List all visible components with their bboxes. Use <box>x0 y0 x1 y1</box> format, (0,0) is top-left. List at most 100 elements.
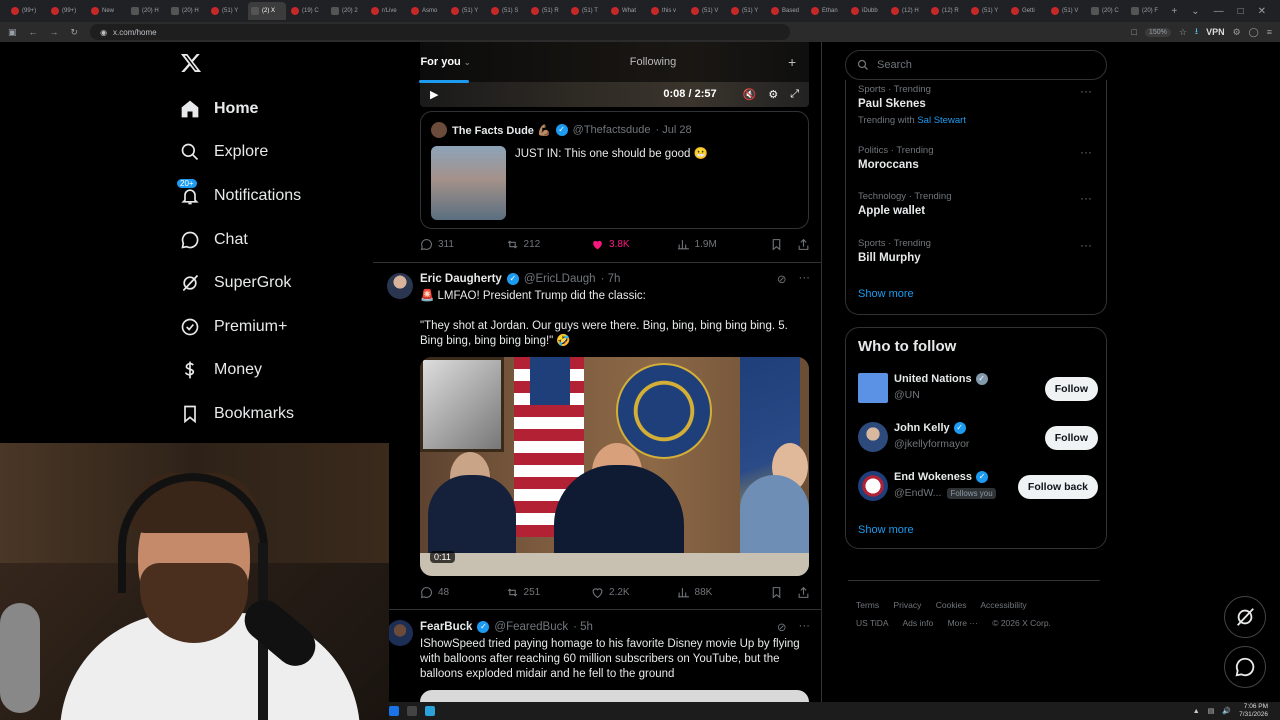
nav-bookmarks[interactable]: Bookmarks <box>172 392 372 436</box>
extension-icon[interactable]: ⚙ <box>1233 27 1241 38</box>
reload-icon[interactable]: ↻ <box>71 27 79 38</box>
tweet-video[interactable]: 0:11 <box>420 357 809 576</box>
tab-following[interactable]: Following <box>518 56 788 68</box>
volume-icon[interactable]: 🔊 <box>1222 707 1231 715</box>
nav-home[interactable]: Home <box>172 87 372 131</box>
tab-list-icon[interactable]: ⌄ <box>1191 6 1199 17</box>
steam-icon[interactable] <box>407 706 417 716</box>
url-field[interactable]: ◉ x.com/home <box>90 24 791 40</box>
clock[interactable]: 7:06 PM 7/31/2026 <box>1239 703 1268 719</box>
more-icon[interactable]: ··· <box>1080 145 1092 159</box>
browser-tab[interactable]: (51) Y <box>968 2 1006 20</box>
repost-button[interactable]: 212 <box>506 238 592 251</box>
minimize-icon[interactable]: — <box>1214 6 1224 17</box>
bookmark-star-icon[interactable]: ☆ <box>1179 27 1187 38</box>
who-to-follow-show-more-link[interactable]: Show more <box>858 524 914 536</box>
follow-button[interactable]: Follow <box>1044 426 1098 450</box>
follow-back-button[interactable]: Follow back <box>1017 475 1098 499</box>
quote-thumbnail[interactable] <box>431 146 506 220</box>
browser-tab[interactable]: New <box>88 2 126 20</box>
x-logo-icon[interactable] <box>180 52 202 74</box>
avatar[interactable] <box>387 273 413 299</box>
back-icon[interactable]: ← <box>29 27 38 37</box>
tweet-author-name[interactable]: Eric Daugherty <box>420 273 502 285</box>
trends-show-more-link[interactable]: Show more <box>858 288 914 300</box>
follow-suggestion[interactable]: John Kelly ✓ @jkellyformayor Follow <box>858 420 1098 454</box>
more-icon[interactable]: ··· <box>799 272 811 286</box>
browser-tab[interactable]: Asmo <box>408 2 446 20</box>
follow-button[interactable]: Follow <box>1044 377 1098 401</box>
fullscreen-icon[interactable]: ⤢ <box>790 88 799 101</box>
more-icon[interactable]: ··· <box>1080 238 1092 252</box>
tweet-author-handle[interactable]: @FearedBuck <box>494 621 568 633</box>
bookmark-icon[interactable] <box>770 586 783 599</box>
follow-suggestion[interactable]: End Wokeness ✓ @EndW... Follows you Follow… <box>858 469 1098 503</box>
browser-tab[interactable]: iDubb <box>848 2 886 20</box>
browser-tab[interactable]: r/Live <box>368 2 406 20</box>
follow-suggestion[interactable]: United Nations ✓ @UN Follow <box>858 371 1098 405</box>
quote-author-name[interactable]: The Facts Dude 💪🏽 <box>452 124 551 137</box>
footer-link[interactable]: Terms <box>856 600 879 610</box>
footer-link[interactable]: More ··· <box>948 618 978 628</box>
network-icon[interactable]: ▤ <box>1208 707 1215 715</box>
more-icon[interactable]: ··· <box>1080 84 1092 98</box>
account-name[interactable]: United Nations ✓ <box>894 373 988 385</box>
forward-icon[interactable]: → <box>50 27 59 37</box>
maximize-icon[interactable]: □ <box>1238 6 1244 17</box>
reply-button[interactable]: 311 <box>420 238 506 251</box>
avatar[interactable] <box>858 422 888 452</box>
browser-tab[interactable]: (12) R <box>928 2 966 20</box>
nav-supergrok[interactable]: SuperGrok <box>172 261 372 305</box>
search-input[interactable]: Search <box>845 50 1107 80</box>
more-icon[interactable]: ··· <box>1080 191 1092 205</box>
menu-icon[interactable]: ≡ <box>1267 27 1272 37</box>
quote-author-handle[interactable]: @Thefactsdude <box>573 124 651 136</box>
app-icon[interactable] <box>425 706 435 716</box>
browser-tab[interactable]: (2) X <box>248 2 286 20</box>
settings-icon[interactable]: ⚙ <box>768 88 778 101</box>
play-icon[interactable]: ▶ <box>430 88 438 101</box>
quoted-tweet[interactable]: The Facts Dude 💪🏽 ✓ @Thefactsdude · Jul … <box>420 111 809 229</box>
share-icon[interactable] <box>797 586 810 599</box>
avatar[interactable] <box>431 122 447 138</box>
mute-icon[interactable]: 🔇 <box>743 88 757 101</box>
grok-icon[interactable]: ⊘ <box>777 272 787 286</box>
like-button[interactable]: 2.2K <box>591 586 677 599</box>
nav-chat[interactable]: Chat <box>172 218 372 262</box>
avatar[interactable] <box>858 373 888 403</box>
trend-item[interactable]: Technology · Trending Apple wallet ··· <box>858 191 1098 217</box>
profile-icon[interactable]: ◯ <box>1249 27 1259 38</box>
footer-link[interactable]: Ads info <box>903 618 934 628</box>
footer-link[interactable]: Cookies <box>936 600 967 610</box>
more-icon[interactable]: ··· <box>799 620 811 634</box>
avatar[interactable] <box>858 471 888 501</box>
grok-float-button[interactable] <box>1224 596 1266 638</box>
tweet-time[interactable]: · 7h <box>601 273 621 285</box>
new-tab-icon[interactable]: + <box>1171 6 1177 17</box>
bookmark-icon[interactable] <box>770 238 783 251</box>
browser-tab[interactable]: Ethan <box>808 2 846 20</box>
like-button[interactable]: 3.8K <box>591 238 677 251</box>
tweet-author-name[interactable]: FearBuck <box>420 621 472 633</box>
browser-tab[interactable]: (99+) <box>8 2 46 20</box>
browser-tab[interactable]: (51) Y <box>728 2 766 20</box>
tab-for-you[interactable]: For you ⌄ <box>373 56 518 83</box>
browser-tab[interactable]: this v <box>648 2 686 20</box>
browser-tab[interactable]: (20) H <box>168 2 206 20</box>
browser-tab[interactable]: (51) S <box>488 2 526 20</box>
zoom-level[interactable]: 150% <box>1144 27 1171 37</box>
browser-tab[interactable]: (20) H <box>128 2 166 20</box>
browser-tab[interactable]: What <box>608 2 646 20</box>
grok-icon[interactable]: ⊘ <box>777 620 787 634</box>
account-name[interactable]: End Wokeness ✓ <box>894 471 989 483</box>
trend-with-link[interactable]: Sal Stewart <box>917 115 966 126</box>
close-icon[interactable]: ✕ <box>1258 6 1266 17</box>
browser-tab[interactable]: (51) R <box>528 2 566 20</box>
views-button[interactable]: 1.9M <box>677 238 770 251</box>
browser-tab[interactable]: (20) F <box>1128 2 1166 20</box>
trend-item[interactable]: Sports · Trending Paul Skenes Trending w… <box>858 84 1098 126</box>
messages-float-button[interactable] <box>1224 646 1266 688</box>
browser-tab[interactable]: (51) Y <box>208 2 246 20</box>
footer-link[interactable]: Accessibility <box>980 600 1026 610</box>
footer-link[interactable]: Privacy <box>894 600 922 610</box>
